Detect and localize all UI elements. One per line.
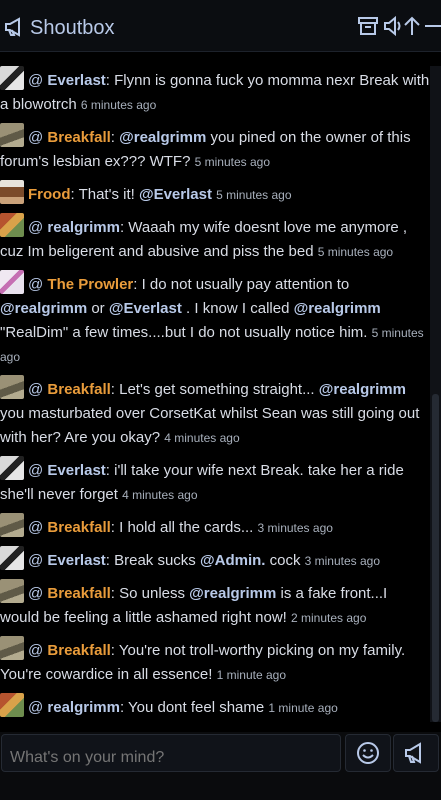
timestamp: 1 minute ago <box>268 701 338 715</box>
minimize-icon[interactable] <box>424 15 441 37</box>
list-item: @ Everlast: Break sucks @Admin. cock 3 m… <box>0 546 430 573</box>
at-symbol: @ <box>28 642 48 659</box>
list-item: @ Breakfall: You're not troll-worthy pic… <box>0 636 430 687</box>
archive-icon[interactable] <box>357 15 379 37</box>
message-text: : <box>110 129 120 146</box>
mention-link[interactable]: @Admin. <box>200 552 265 569</box>
mention-link[interactable]: @realgrimm <box>0 300 87 317</box>
at-symbol: @ <box>28 585 48 602</box>
scrollbar-thumb[interactable] <box>432 394 439 722</box>
message-text: : You dont feel shame <box>119 699 269 716</box>
at-symbol: @ <box>28 462 48 479</box>
timestamp: 4 minutes ago <box>164 431 240 445</box>
message-text: : Let's get something straight... <box>110 381 319 398</box>
shoutbox-header: Shoutbox <box>0 0 441 52</box>
username-link[interactable]: Breakfall <box>47 381 110 398</box>
username-link[interactable]: Frood <box>28 186 71 203</box>
message-text: : So unless <box>110 585 190 602</box>
megaphone-icon <box>5 17 20 37</box>
list-item: @ The Prowler: I do not usually pay atte… <box>0 270 430 369</box>
avatar-breakfall[interactable] <box>0 513 24 537</box>
mention-link[interactable]: @Everlast <box>109 300 182 317</box>
list-item: @ Everlast: i'll take your wife next Bre… <box>0 456 430 507</box>
list-item: @ realgrimm: Waaah my wife doesnt love m… <box>0 213 430 264</box>
username-link[interactable]: Breakfall <box>47 642 110 659</box>
timestamp: 3 minutes ago <box>304 554 381 568</box>
list-item: @ Breakfall: I hold all the cards... 3 m… <box>0 513 430 540</box>
emoji-button[interactable] <box>345 734 391 772</box>
mention-link[interactable]: @realgrimm <box>319 381 406 398</box>
at-symbol: @ <box>28 381 48 398</box>
avatar-realgrimm[interactable] <box>0 213 24 237</box>
username-link[interactable]: realgrimm <box>47 699 120 716</box>
send-button[interactable] <box>393 734 439 772</box>
avatar-frood[interactable] <box>0 180 24 204</box>
timestamp: 4 minutes ago <box>122 488 198 502</box>
at-symbol: @ <box>28 129 48 146</box>
mention-link[interactable]: @Everlast <box>139 186 212 203</box>
mention-link[interactable]: @realgrimm <box>294 300 381 317</box>
message-text: : That's it! <box>70 186 139 203</box>
username-link[interactable]: Breakfall <box>47 585 110 602</box>
avatar-breakfall[interactable] <box>0 375 24 399</box>
username-link[interactable]: Everlast <box>47 72 105 89</box>
message-text: cock <box>265 552 305 569</box>
message-text: . I know I called <box>181 300 294 317</box>
at-symbol: @ <box>28 276 48 293</box>
at-symbol: @ <box>28 552 48 569</box>
arrow-up-icon[interactable] <box>401 15 423 37</box>
username-link[interactable]: Everlast <box>47 552 105 569</box>
list-item: @ Breakfall: @realgrimm you pined on the… <box>0 123 430 174</box>
avatar-everlast[interactable] <box>0 456 24 480</box>
avatar-realgrimm[interactable] <box>0 693 24 717</box>
list-item: @ Breakfall: Let's get something straigh… <box>0 375 430 450</box>
smiley-icon <box>357 742 379 764</box>
username-link[interactable]: Everlast <box>47 462 105 479</box>
username-link[interactable]: Breakfall <box>47 519 110 536</box>
avatar-breakfall[interactable] <box>0 123 24 147</box>
message-text: "RealDim" a few times....but I do not us… <box>0 324 372 341</box>
at-symbol: @ <box>28 699 48 716</box>
message-input[interactable] <box>1 734 341 772</box>
timestamp: 1 minute ago <box>216 668 286 682</box>
mention-link[interactable]: @realgrimm <box>119 129 206 146</box>
feed-scrollbar[interactable] <box>430 66 441 722</box>
composer <box>0 732 441 800</box>
avatar-everlast[interactable] <box>0 66 24 90</box>
megaphone-send-icon <box>405 742 421 764</box>
list-item: @ Everlast: Flynn is gonna fuck yo momma… <box>0 66 430 117</box>
avatar-breakfall[interactable] <box>0 579 24 603</box>
message-feed[interactable]: @ Everlast: Flynn is gonna fuck yo momma… <box>0 66 430 722</box>
timestamp: 5 minutes ago <box>317 245 394 259</box>
message-text: or <box>87 300 109 317</box>
message-text: : I hold all the cards... <box>110 519 258 536</box>
list-item: @ realgrimm: You dont feel shame 1 minut… <box>0 693 430 720</box>
message-text: : Break sucks <box>105 552 200 569</box>
list-item: @ Breakfall: So unless @realgrimm is a f… <box>0 579 430 630</box>
username-link[interactable]: realgrimm <box>47 219 120 236</box>
message-text: : I do not usually pay attention to <box>133 276 350 293</box>
username-link[interactable]: Breakfall <box>47 129 110 146</box>
timestamp: 5 minutes ago <box>194 155 270 169</box>
mention-link[interactable]: @realgrimm <box>189 585 276 602</box>
avatar-breakfall[interactable] <box>0 636 24 660</box>
avatar-everlast[interactable] <box>0 546 24 570</box>
timestamp: 6 minutes ago <box>80 98 157 112</box>
at-symbol: @ <box>28 519 48 536</box>
timestamp: 2 minutes ago <box>291 611 367 625</box>
timestamp: 5 minutes ago <box>216 188 292 202</box>
at-symbol: @ <box>28 72 48 89</box>
avatar-prowler[interactable] <box>0 270 24 294</box>
at-symbol: @ <box>28 219 48 236</box>
timestamp: 3 minutes ago <box>257 521 333 535</box>
username-link[interactable]: The Prowler <box>47 276 133 293</box>
list-item: Frood: That's it! @Everlast 5 minutes ag… <box>0 180 430 207</box>
shoutbox-title: Shoutbox <box>30 17 115 39</box>
